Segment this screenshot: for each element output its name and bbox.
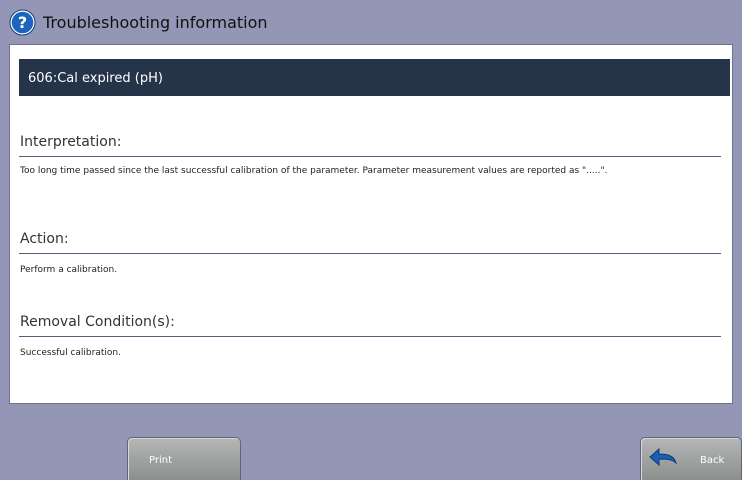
- action-text: Perform a calibration.: [20, 265, 118, 275]
- back-button-label: Back: [700, 455, 725, 466]
- interpretation-heading: Interpretation:: [20, 134, 122, 150]
- troubleshooting-panel: 606:Cal expired (pH) Interpretation: Too…: [9, 44, 733, 404]
- action-heading: Action:: [20, 231, 69, 247]
- back-button[interactable]: Back: [640, 437, 742, 480]
- back-arrow-icon: [649, 447, 677, 467]
- action-divider: [19, 253, 721, 254]
- error-code-label: 606:Cal expired (pH): [28, 71, 163, 86]
- removal-condition-divider: [19, 336, 721, 337]
- interpretation-text: Too long time passed since the last succ…: [20, 166, 608, 176]
- removal-condition-text: Successful calibration.: [20, 348, 121, 358]
- removal-condition-heading: Removal Condition(s):: [20, 314, 175, 330]
- title-bar: ? Troubleshooting information: [0, 0, 742, 44]
- interpretation-divider: [19, 156, 721, 157]
- error-code-banner: 606:Cal expired (pH): [19, 59, 730, 96]
- window-title: Troubleshooting information: [43, 13, 268, 32]
- svg-text:?: ?: [18, 13, 27, 32]
- print-button[interactable]: Print: [127, 437, 241, 480]
- print-button-label: Print: [149, 455, 173, 466]
- help-icon[interactable]: ?: [9, 9, 36, 36]
